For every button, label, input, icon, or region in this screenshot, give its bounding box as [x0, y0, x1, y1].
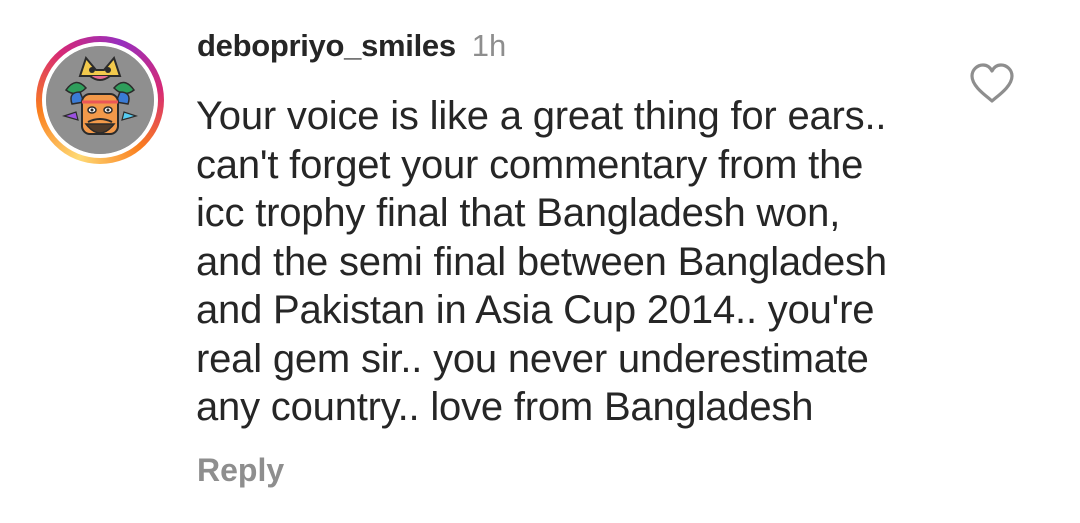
comment-item: debopriyo_smiles 1h Your voice is like a…	[0, 0, 1080, 523]
reply-button[interactable]: Reply	[197, 452, 284, 489]
username-link[interactable]: debopriyo_smiles	[197, 28, 456, 64]
comment-text: Your voice is like a great thing for ear…	[196, 94, 887, 429]
comment-header: debopriyo_smiles 1h	[197, 28, 506, 64]
timestamp: 1h	[471, 28, 507, 63]
story-ring[interactable]	[36, 36, 164, 164]
avatar[interactable]	[46, 46, 154, 154]
avatar-border	[42, 42, 158, 158]
heart-outline-icon	[970, 63, 1014, 103]
like-button[interactable]	[968, 62, 1016, 104]
